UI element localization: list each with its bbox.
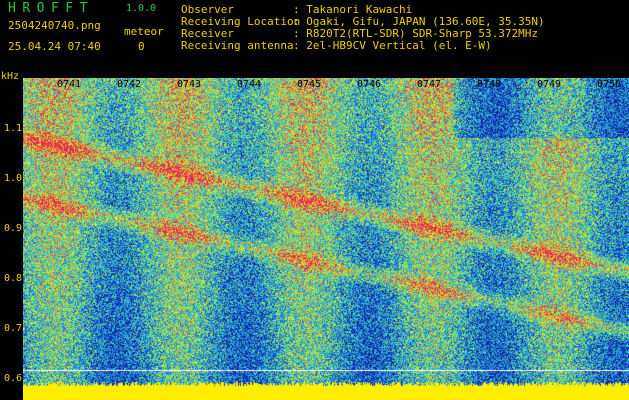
y-tick-label: 0.8 <box>3 273 22 284</box>
info-key: Receiving Location <box>181 15 301 28</box>
info-value: : 2el-HB9CV Vertical (el. E-W) <box>293 39 492 52</box>
info-location: Receiving Location: Ogaki, Gifu, JAPAN (… <box>181 16 545 27</box>
y-tick-label: 0.7 <box>3 323 22 334</box>
spectrogram-plot <box>23 78 629 400</box>
y-axis-unit: kHz <box>1 71 20 82</box>
x-tick-label: 0741 <box>57 79 82 90</box>
y-tick-label: 0.9 <box>3 223 22 234</box>
meteor-count: 0 <box>138 40 145 53</box>
x-tick-label: 0742 <box>117 79 142 90</box>
x-tick-label: 0746 <box>357 79 382 90</box>
x-tick-label: 0744 <box>237 79 262 90</box>
info-antenna: Receiving antenna: 2el-HB9CV Vertical (e… <box>181 40 492 51</box>
app-title: HROFFT <box>8 1 94 16</box>
info-observer: Observer: Takanori Kawachi <box>181 4 412 15</box>
x-tick-label: 0743 <box>177 79 202 90</box>
x-tick-label: 0745 <box>297 79 322 90</box>
y-tick-label: 0.6 <box>3 373 22 384</box>
x-tick-label: 0747 <box>417 79 442 90</box>
datetime-label: 25.04.24 07:40 <box>8 40 101 53</box>
x-tick-label: 0748 <box>477 79 502 90</box>
info-key: Observer <box>181 3 234 16</box>
info-key: Receiving antenna <box>181 39 294 52</box>
meteor-label: meteor <box>124 25 164 38</box>
x-tick-label: 0749 <box>537 79 562 90</box>
y-tick-label: 1.1 <box>3 123 22 134</box>
y-tick-label: 1.0 <box>3 173 22 184</box>
filename-label: 2504240740.png <box>8 19 101 32</box>
spectrogram-canvas <box>23 78 629 400</box>
info-receiver: Receiver: R820T2(RTL-SDR) SDR-Sharp 53.3… <box>181 28 538 39</box>
version-label: 1.0.0 <box>126 3 157 14</box>
x-tick-label: 0750 <box>597 79 622 90</box>
info-key: Receiver <box>181 27 234 40</box>
